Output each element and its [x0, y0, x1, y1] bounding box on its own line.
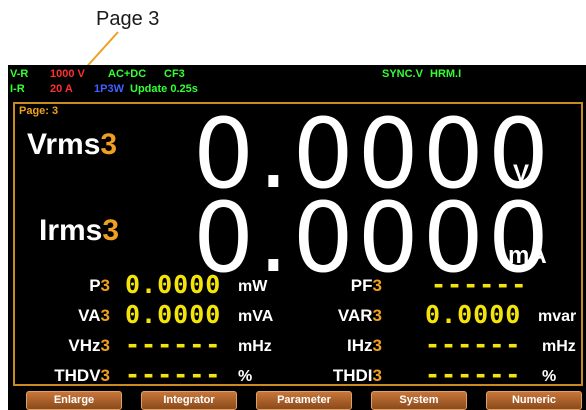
crest-factor: CF3	[164, 68, 185, 80]
param-va-unit: mVA	[238, 308, 274, 325]
softkey-system[interactable]: System	[371, 391, 467, 410]
param-thdi-unit: %	[542, 368, 557, 385]
coupling-mode: AC+DC	[108, 68, 147, 80]
softkey-bar: Enlarge Integrator Parameter System Nume…	[8, 391, 586, 410]
sync-source: SYNC.V	[382, 68, 423, 80]
callout-label: Page 3	[96, 8, 160, 30]
vrms-index: 3	[100, 128, 118, 161]
param-ihz-value: ------	[425, 330, 522, 359]
page-label: Page: 3	[19, 105, 59, 117]
irms-label-text: Irms	[39, 214, 103, 247]
wiring-mode: 1P3W	[94, 83, 124, 95]
param-vhz-value: ------	[125, 330, 222, 359]
param-ihz-name: IHz	[347, 336, 373, 355]
param-thdv-name: THDV	[54, 366, 101, 385]
param-p-unit: mW	[238, 278, 268, 295]
param-va-label: VA3	[15, 306, 110, 326]
param-pf-value: ------	[431, 270, 528, 299]
param-va-value: 0.0000	[125, 300, 222, 329]
softkey-enlarge[interactable]: Enlarge	[26, 391, 122, 410]
param-pf-name: PF	[350, 276, 373, 295]
param-var-name: VAR	[337, 306, 373, 325]
param-p-name: P	[89, 276, 101, 295]
voltage-range-label: V-R	[10, 68, 29, 80]
param-pf-index: 3	[372, 276, 382, 295]
irms-label: Irms3	[39, 214, 119, 248]
param-vhz-name: VHz	[68, 336, 101, 355]
update-rate: Update 0.25s	[130, 83, 198, 95]
vrms-label: Vrms3	[27, 128, 117, 162]
instrument-screen: V-R 1000 V AC+DC CF3 SYNC.V HRM.I I-R 20…	[8, 65, 586, 410]
vrms-label-text: Vrms	[27, 128, 101, 161]
param-va-index: 3	[100, 306, 110, 325]
param-var-value: 0.0000	[425, 300, 522, 329]
measurement-page: Page: 3 Vrms3 0.0000 V Irms3 0.0000 mA P…	[13, 102, 583, 389]
param-thdv-unit: %	[238, 368, 253, 385]
param-thdi-value: ------	[425, 360, 522, 389]
param-va-name: VA	[78, 306, 101, 325]
param-var-index: 3	[372, 306, 382, 325]
status-bar: V-R 1000 V AC+DC CF3 SYNC.V HRM.I I-R 20…	[8, 65, 586, 99]
param-ihz-unit: mHz	[542, 338, 576, 355]
param-thdv-label: THDV3	[15, 366, 110, 386]
param-thdv-value: ------	[125, 360, 222, 389]
param-vhz-unit: mHz	[238, 338, 272, 355]
harmonic-source: HRM.I	[430, 68, 462, 80]
current-range-value: 20 A	[50, 83, 73, 95]
param-ihz-index: 3	[372, 336, 382, 355]
param-p-label: P3	[15, 276, 110, 296]
softkey-numeric[interactable]: Numeric	[486, 391, 582, 410]
param-var-unit: mvar	[538, 308, 577, 325]
param-thdi-index: 3	[372, 366, 382, 385]
param-thdi-name: THDI	[332, 366, 373, 385]
param-vhz-index: 3	[100, 336, 110, 355]
param-p-index: 3	[100, 276, 110, 295]
softkey-integrator[interactable]: Integrator	[141, 391, 237, 410]
param-thdv-index: 3	[100, 366, 110, 385]
irms-index: 3	[102, 214, 120, 247]
param-vhz-label: VHz3	[15, 336, 110, 356]
param-thdi-label: THDI3	[287, 366, 382, 386]
irms-unit: mA	[508, 242, 547, 269]
param-ihz-label: IHz3	[287, 336, 382, 356]
param-p-value: 0.0000	[125, 270, 222, 299]
voltage-range-value: 1000 V	[50, 68, 85, 80]
param-var-label: VAR3	[287, 306, 382, 326]
param-pf-label: PF3	[287, 276, 382, 296]
softkey-parameter[interactable]: Parameter	[256, 391, 352, 410]
current-range-label: I-R	[10, 83, 25, 95]
